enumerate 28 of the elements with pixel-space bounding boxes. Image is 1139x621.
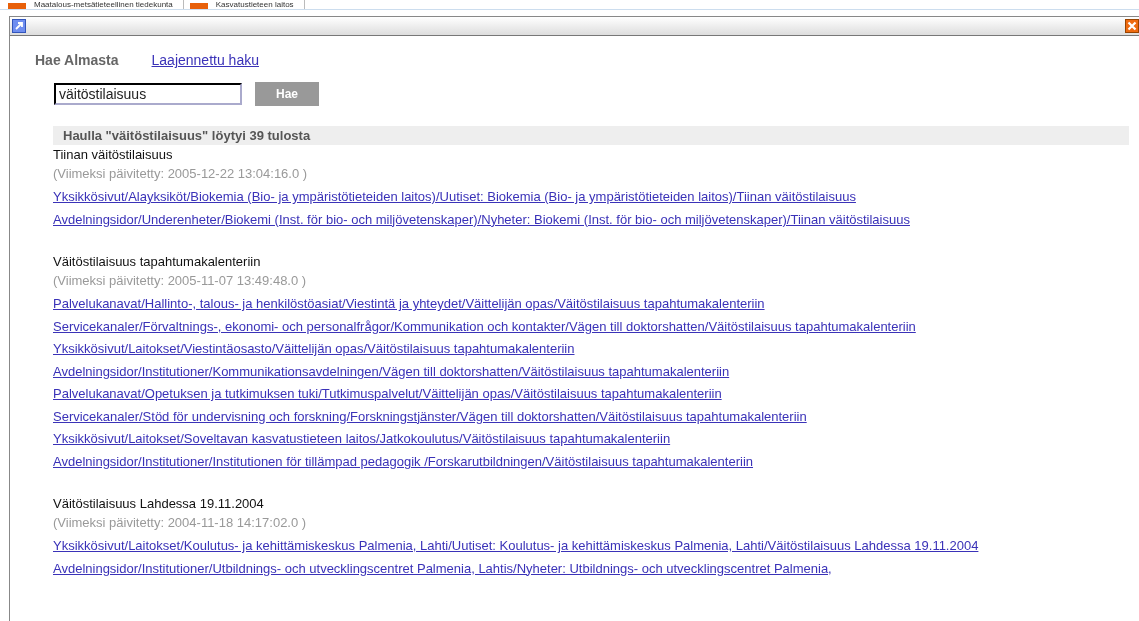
background-tab[interactable]: Maatalous-metsätieteellinen tiedekunta [8, 0, 184, 9]
results-summary: Haulla "väitöstilaisuus" löytyi 39 tulosta [53, 126, 1129, 145]
result-link[interactable]: Yksikkösivut/Laitokset/Soveltavan kasvatustieteen laitos/Jatkokoulutus/Väitöstilaisuus tapahtumakalenteriin [53, 431, 671, 446]
result-title: Väitöstilaisuus tapahtumakalenteriin [53, 253, 262, 271]
result-title: Väitöstilaisuus Lahdessa 19.11.2004 [53, 495, 265, 513]
result-link[interactable]: Yksikkösivut/Laitokset/Koulutus- ja kehittämiskeskus Palmenia, Lahti/Uutiset: Koulutus- ja kehittämiskeskus Palmenia, Lahti/Väitöstilaisuus Lahdessa 19.11.2004 [53, 538, 979, 553]
result-link[interactable]: Avdelningsidor/Institutioner/Kommunikationsavdelningen/Vägen till doktorshatten/Väitöstilaisuus tapahtumakalenteriin [53, 363, 730, 379]
page-icon [8, 3, 26, 9]
result-date: (Viimeksi päivitetty: 2005-11-07 13:49:48.0 ) [53, 272, 308, 290]
result-link[interactable]: Servicekanaler/Förvaltnings-, ekonomi- och personalfrågor/Kommunikation och kontakter/Vägen till doktorshatten/Väitöstilaisuus tapahtumakalenteriin [53, 318, 916, 334]
popout-arrow-icon[interactable] [12, 19, 26, 33]
search-field[interactable]: väitöstilaisuus [54, 83, 242, 105]
result-link[interactable]: Palvelukanavat/Opetuksen ja tutkimuksen tuki/Tutkimuspalvelut/Väittelijän opas/Väitöstilaisuus tapahtumakalenteriin [53, 386, 722, 401]
result-link[interactable]: Avdelningsidor/Institutioner/Institutionen för tillämpad pedagogik /Forskarutbildningen/Väitöstilaisuus tapahtumakalenteriin [53, 453, 753, 469]
result-date: (Viimeksi päivitetty: 2004-11-18 14:17:02.0 ) [53, 514, 308, 532]
background-tab[interactable]: Kasvatustieteen laitos [189, 0, 305, 9]
result-link[interactable]: Yksikkösivut/Alayksiköt/Biokemia (Bio- ja ympäristötieteiden laitos)/Uutiset: Biokemia (Bio- ja ympäristötieteiden laitos)/Tiinan väitöstilaisuus [53, 189, 856, 204]
search-heading: Hae Almasta [35, 52, 119, 68]
result-link[interactable]: Palvelukanavat/Hallinto-, talous- ja henkilöstöasiat/Viestintä ja yhteydet/Väittelijän opas/Väitöstilaisuus tapahtumakalenteriin [53, 296, 765, 311]
advanced-search-link[interactable]: Laajennettu haku [151, 52, 259, 68]
page-icon [189, 3, 208, 9]
result-link[interactable]: Avdelningsidor/Institutioner/Utbildnings- och utvecklingscentret Palmenia, Lahtis/Nyheter: Utbildnings- och utvecklingscentret Palmenia, [53, 560, 832, 576]
close-icon[interactable] [1125, 19, 1139, 33]
result-title: Tiinan väitöstilaisuus [53, 146, 174, 164]
result-link[interactable]: Servicekanaler/Stöd för undervisning och forskning/Forskningstjänster/Vägen till doktorshatten/Väitöstilaisuus tapahtumakalenteriin [53, 408, 807, 424]
result-link[interactable]: Avdelningsidor/Underenheter/Biokemi (Inst. för bio- och miljövetenskaper)/Nyheter: Biokemi (Inst. för bio- och miljövetenskaper)/Tiinan väitöstilaisuus [53, 211, 910, 227]
result-link[interactable]: Yksikkösivut/Laitokset/Viestintäosasto/Väittelijän opas/Väitöstilaisuus tapahtumakalenteriin [53, 341, 575, 356]
result-date: (Viimeksi päivitetty: 2005-12-22 13:04:16.0 ) [53, 165, 309, 183]
